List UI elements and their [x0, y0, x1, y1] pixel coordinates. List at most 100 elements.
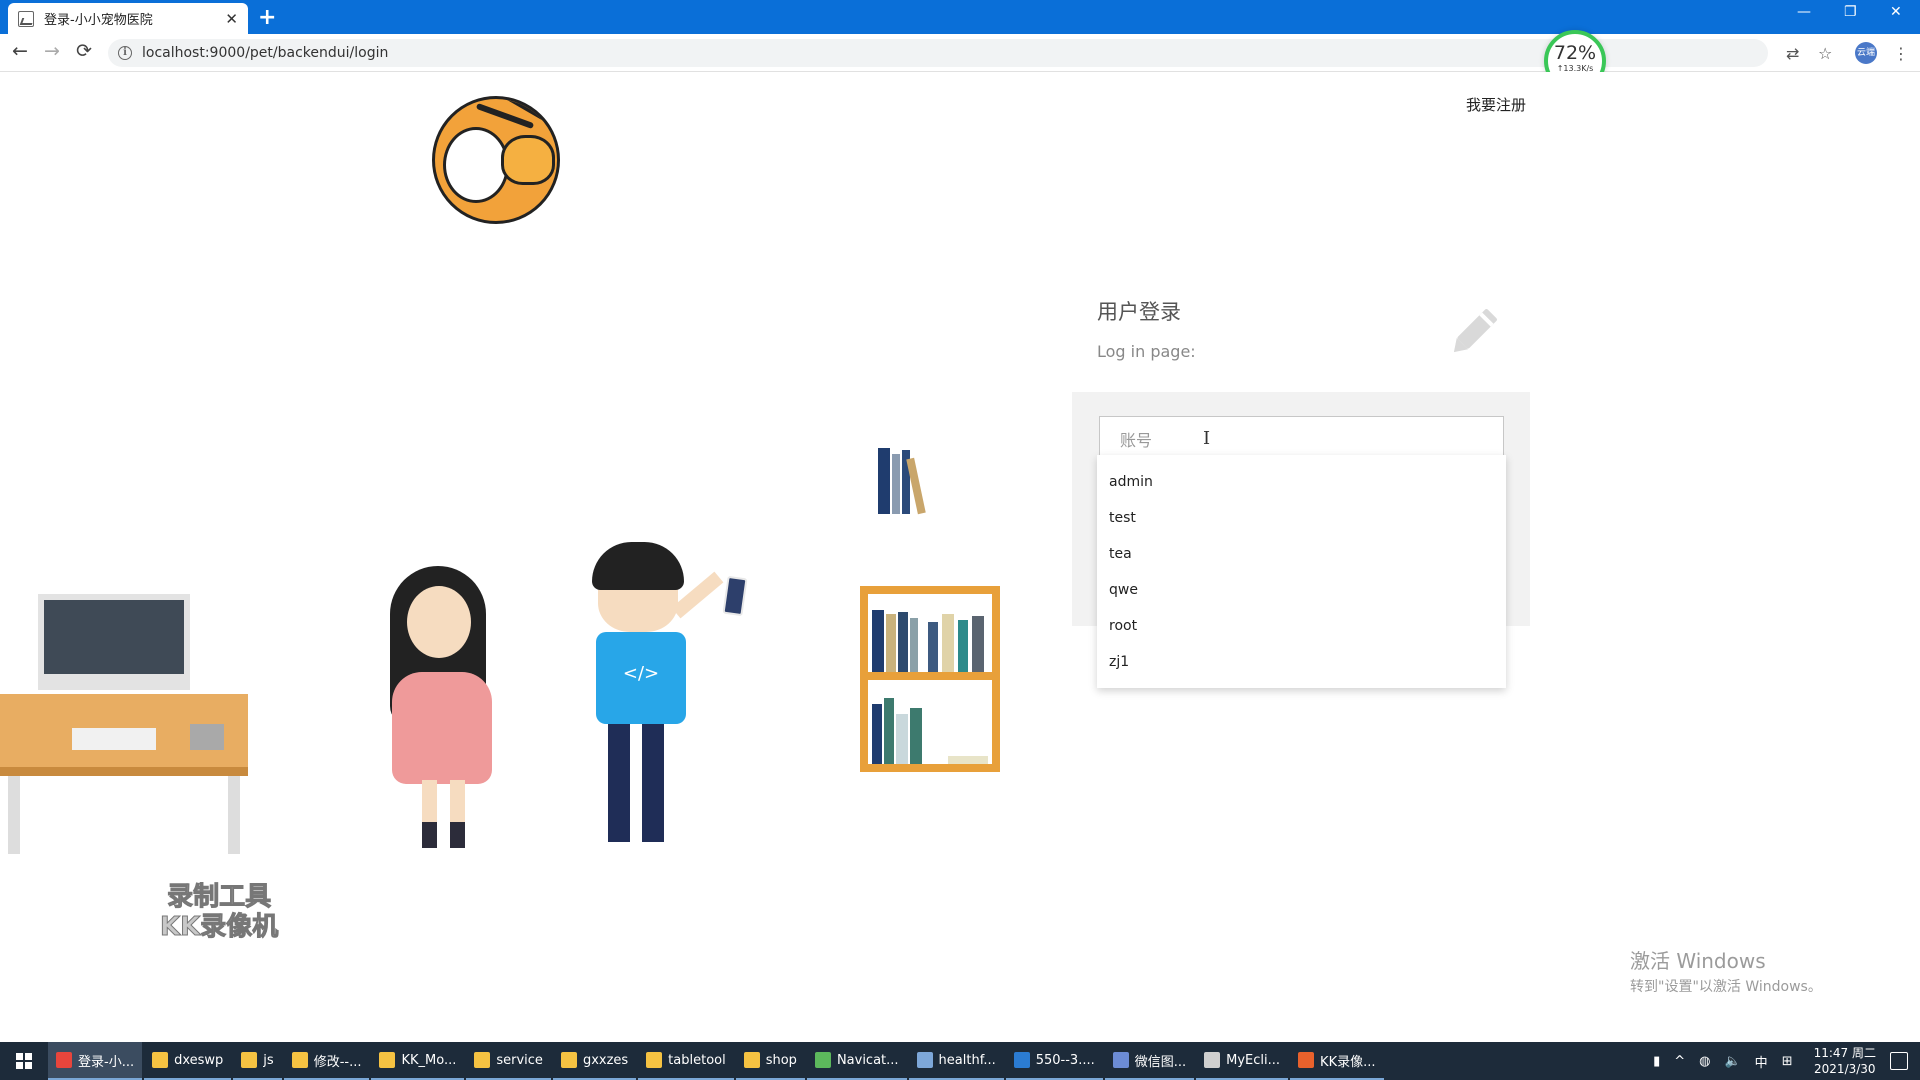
tab-title: 登录-小小宠物医院	[44, 13, 153, 28]
app-icon	[916, 1052, 933, 1068]
show-hidden-icons-icon[interactable]: ^	[1674, 1054, 1685, 1069]
girl-leg	[422, 780, 437, 848]
translate-icon[interactable]: ⇄	[1786, 44, 1799, 63]
register-link[interactable]: 我要注册	[1466, 94, 1526, 115]
shelf-books-bottom	[868, 690, 992, 764]
shelf-books-top	[868, 602, 992, 672]
keyboard-illustration	[72, 728, 156, 750]
bookmark-star-icon[interactable]: ☆	[1818, 44, 1832, 63]
site-info-icon[interactable]: i	[118, 46, 132, 60]
app-icon	[241, 1052, 258, 1068]
profile-avatar[interactable]: 云端	[1855, 42, 1877, 64]
boy-illustration	[592, 542, 684, 590]
browser-titlebar: 登录-小小宠物医院 ✕ + — ❐ ✕	[0, 0, 1920, 34]
ime-indicator[interactable]: 中	[1755, 1052, 1768, 1071]
girl-face	[407, 586, 471, 658]
taskbar-item[interactable]: 微信图...	[1104, 1042, 1195, 1080]
taskbar-item[interactable]: shop	[735, 1042, 805, 1080]
taskbar-item[interactable]: 修改--...	[283, 1042, 370, 1080]
keyboard-layout-icon[interactable]: ⊞	[1782, 1054, 1793, 1069]
app-icon	[291, 1052, 308, 1068]
app-icon	[56, 1052, 72, 1068]
app-icon	[743, 1052, 760, 1068]
reload-button[interactable]: ⟳	[76, 40, 92, 62]
mousepad-illustration	[190, 724, 224, 750]
boy-leg	[642, 722, 664, 842]
address-bar[interactable]: i localhost:9000/pet/backendui/login	[108, 39, 1768, 67]
desk-leg	[228, 776, 240, 854]
autocomplete-option[interactable]: test	[1097, 500, 1506, 536]
taskbar-item[interactable]: KK_Mo...	[371, 1042, 465, 1080]
taskbar-item-label: tabletool	[668, 1052, 726, 1068]
window-restore-button[interactable]: ❐	[1844, 4, 1857, 20]
page-favicon-icon	[18, 10, 34, 27]
taskbar-item[interactable]: KK录像...	[1290, 1042, 1384, 1080]
taskbar-item-label: healthf...	[938, 1052, 996, 1068]
phone-illustration	[722, 575, 748, 617]
boy-leg	[608, 722, 630, 842]
system-tray: ▮ ^ ◍ 🔈 中 ⊞ 11:47 周二 2021/3/30	[1646, 1042, 1876, 1080]
taskbar-item-label: KK_Mo...	[401, 1052, 457, 1068]
autocomplete-option[interactable]: zj1	[1097, 644, 1506, 680]
taskbar-item[interactable]: service	[466, 1042, 551, 1080]
notification-center-icon[interactable]	[1890, 1052, 1908, 1070]
taskbar-item[interactable]: dxeswp	[144, 1042, 232, 1080]
menu-icon[interactable]: ⋮	[1893, 44, 1909, 63]
taskbar-clock[interactable]: 11:47 周二 2021/3/30	[1814, 1045, 1876, 1077]
forward-button[interactable]: →	[44, 40, 60, 62]
login-title: 用户登录	[1097, 300, 1181, 324]
app-icon	[560, 1052, 577, 1068]
app-icon	[1204, 1052, 1221, 1068]
new-tab-button[interactable]: +	[258, 5, 276, 30]
app-icon	[646, 1052, 663, 1068]
taskbar-item-label: 550--3....	[1035, 1052, 1095, 1068]
taskbar-item[interactable]: Navicat...	[806, 1042, 907, 1080]
app-icon	[1112, 1052, 1129, 1068]
address-url[interactable]: localhost:9000/pet/backendui/login	[142, 45, 388, 61]
autocomplete-option[interactable]: qwe	[1097, 572, 1506, 608]
taskbar-item[interactable]: js	[233, 1042, 282, 1080]
windows-activation-notice: 激活 Windows 转到"设置"以激活 Windows。	[1630, 945, 1822, 996]
app-icon	[814, 1052, 831, 1068]
taskbar-item-label: KK录像...	[1320, 1054, 1376, 1070]
activation-message: 转到"设置"以激活 Windows。	[1630, 979, 1822, 995]
battery-icon[interactable]: ▮	[1653, 1054, 1660, 1069]
taskbar-item[interactable]: healthf...	[908, 1042, 1004, 1080]
taskbar-item[interactable]: 550--3....	[1005, 1042, 1103, 1080]
desk-leg	[8, 776, 20, 854]
login-page: 我要注册 用户登录 Log in page: </> 账号 I admin te…	[0, 72, 1920, 1042]
autocomplete-option[interactable]: root	[1097, 608, 1506, 644]
pencil-icon	[1453, 309, 1497, 353]
taskbar-item-label: MyEcli...	[1226, 1052, 1281, 1068]
speed-percent: 72%	[1553, 42, 1597, 64]
taskbar-item[interactable]: MyEcli...	[1196, 1042, 1289, 1080]
taskbar-item-label: js	[263, 1052, 274, 1068]
window-minimize-button[interactable]: —	[1797, 4, 1811, 20]
autocomplete-option[interactable]: tea	[1097, 536, 1506, 572]
network-icon[interactable]: ◍	[1699, 1054, 1710, 1069]
text-cursor-icon: I	[1203, 428, 1211, 449]
app-icon	[474, 1052, 491, 1068]
window-close-button[interactable]: ✕	[1890, 4, 1902, 20]
app-icon	[1298, 1052, 1315, 1068]
autocomplete-option[interactable]: admin	[1097, 464, 1506, 500]
app-icon	[379, 1052, 396, 1068]
start-button[interactable]	[0, 1042, 48, 1080]
taskbar-item-label: 修改--...	[313, 1054, 362, 1070]
tab-close-button[interactable]: ✕	[225, 10, 238, 28]
login-subtitle: Log in page:	[1097, 342, 1196, 361]
windows-taskbar: 登录-小... dxeswp js 修改--... KK_Mo... service gxx…	[0, 1042, 1920, 1080]
taskbar-item[interactable]: 登录-小...	[48, 1042, 143, 1080]
volume-icon[interactable]: 🔈	[1724, 1054, 1740, 1069]
bookshelf-divider	[860, 672, 1000, 680]
recorder-watermark: 录制工具 KK录像机	[159, 882, 278, 943]
back-button[interactable]: ←	[12, 40, 28, 62]
girl-dress	[392, 672, 492, 784]
taskbar-item-label: dxeswp	[174, 1052, 224, 1068]
computer-monitor-illustration	[38, 594, 190, 690]
browser-tab[interactable]: 登录-小小宠物医院 ✕	[8, 3, 248, 34]
taskbar-item[interactable]: tabletool	[638, 1042, 734, 1080]
app-icon	[152, 1052, 169, 1068]
account-autocomplete-dropdown: admin test tea qwe root zj1	[1097, 455, 1506, 688]
taskbar-item[interactable]: gxxzes	[552, 1042, 637, 1080]
